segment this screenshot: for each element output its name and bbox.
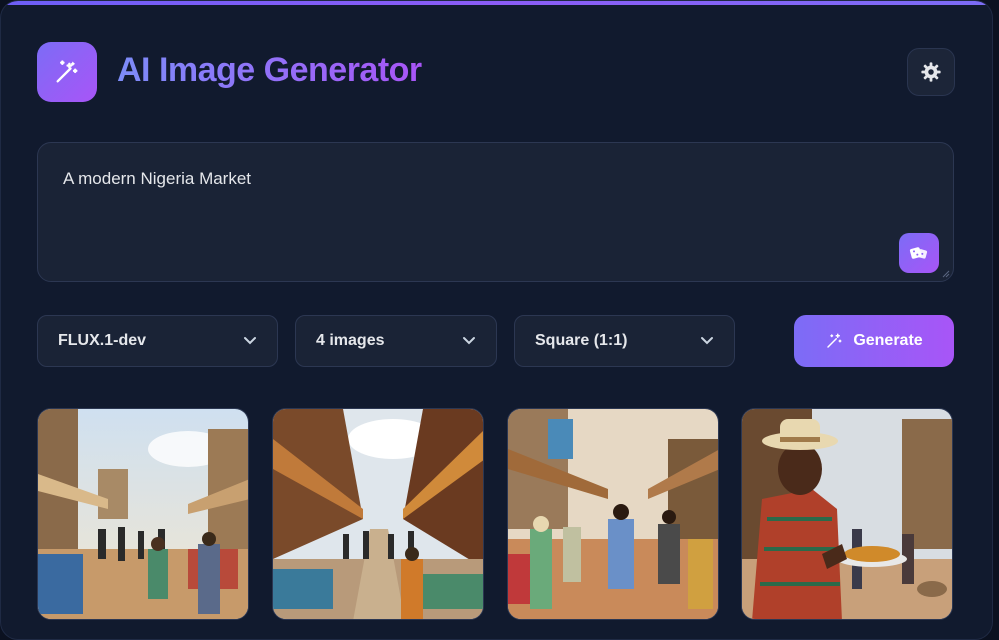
app-logo [37,42,97,102]
generate-label: Generate [853,332,923,349]
image-count-select[interactable]: 4 images [295,315,497,367]
model-select-value: FLUX.1-dev [58,332,147,349]
generated-image-4[interactable] [741,408,953,620]
chevron-down-icon [701,337,713,345]
chevron-down-icon [244,337,256,345]
resize-grip-icon[interactable] [942,270,950,278]
prompt-textarea[interactable]: A modern Nigeria Market [37,142,954,282]
gear-icon [921,62,941,82]
generated-image-1[interactable] [37,408,249,620]
accent-bar [1,1,992,5]
settings-button[interactable] [907,48,955,96]
random-prompt-button[interactable] [899,233,939,273]
magic-wand-icon [827,333,842,348]
dice-icon [909,247,928,259]
prompt-text[interactable]: A modern Nigeria Market [63,169,251,189]
aspect-ratio-value: Square (1:1) [535,332,628,349]
model-select[interactable]: FLUX.1-dev [37,315,278,367]
generated-image-2[interactable] [272,408,484,620]
generated-image-3[interactable] [507,408,719,620]
image-count-value: 4 images [316,332,385,349]
generate-button[interactable]: Generate [794,315,954,367]
app-title: AI Image Generator [117,51,422,89]
chevron-down-icon [463,337,475,345]
generator-card: AI Image Generator A modern Nigeria Mark… [0,0,993,640]
magic-wand-icon [56,60,78,83]
aspect-ratio-select[interactable]: Square (1:1) [514,315,735,367]
